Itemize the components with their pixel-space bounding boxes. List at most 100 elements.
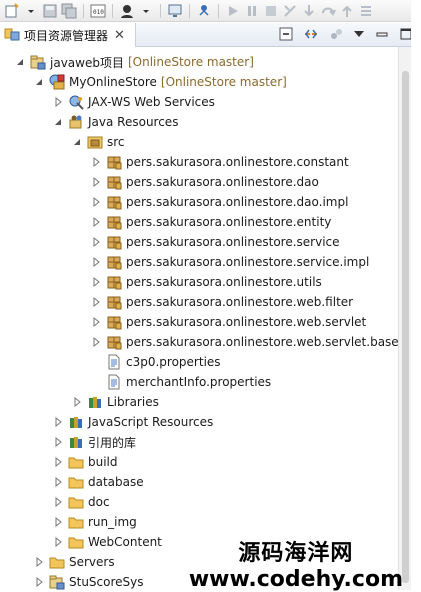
close-icon[interactable]: ✕ xyxy=(114,29,125,42)
binary-icon[interactable]: 010 xyxy=(90,3,106,19)
folder-icon xyxy=(68,514,84,530)
collapsed-arrow-icon[interactable] xyxy=(90,256,102,268)
properties-file-icon xyxy=(106,354,122,370)
tree-item[interactable]: doc xyxy=(52,492,110,512)
tree-item[interactable]: src xyxy=(71,132,125,152)
collapsed-arrow-icon[interactable] xyxy=(52,536,64,548)
tree-item[interactable]: Libraries xyxy=(71,392,159,412)
collapsed-arrow-icon[interactable] xyxy=(90,276,102,288)
collapsed-arrow-icon[interactable] xyxy=(52,516,64,528)
drop-to-frame-icon[interactable] xyxy=(358,3,374,19)
step-over-icon[interactable] xyxy=(320,3,336,19)
expanded-arrow-icon[interactable] xyxy=(33,76,45,88)
tree-item-label: pers.sakurasora.onlinestore.web.servlet xyxy=(126,315,367,329)
collapsed-arrow-icon[interactable] xyxy=(52,436,64,448)
expanded-arrow-icon[interactable] xyxy=(71,136,83,148)
tree-item[interactable]: JAX-WS Web Services xyxy=(52,92,215,112)
tree-item-label: MyOnlineStore xyxy=(69,75,157,89)
disconnect-icon[interactable] xyxy=(282,3,298,19)
suspend-icon[interactable] xyxy=(244,3,260,19)
pin-icon[interactable] xyxy=(196,3,212,19)
tree-item-label: JavaScript Resources xyxy=(88,415,214,429)
tree-item[interactable]: WebContent xyxy=(52,532,162,552)
view-tab-bar: 项目资源管理器 ✕ xyxy=(0,23,421,47)
collapsed-arrow-icon[interactable] xyxy=(52,96,64,108)
tree-item[interactable]: pers.sakurasora.onlinestore.service.impl xyxy=(90,252,369,272)
tab-project-explorer[interactable]: 项目资源管理器 ✕ xyxy=(0,23,136,47)
collapsed-arrow-icon[interactable] xyxy=(90,176,102,188)
tree-item[interactable]: run_img xyxy=(52,512,137,532)
tree-item[interactable]: Java Resources xyxy=(52,112,178,132)
tree-item-label: build xyxy=(88,455,118,469)
collapsed-arrow-icon[interactable] xyxy=(90,156,102,168)
tree-item[interactable]: pers.sakurasora.onlinestore.constant xyxy=(90,152,349,172)
watermark-line1: 源码海洋网 xyxy=(238,541,354,566)
tree-item[interactable]: database xyxy=(52,472,144,492)
tree-item[interactable]: pers.sakurasora.onlinestore.web.servlet.… xyxy=(90,332,399,352)
tree-item-label: StuScoreSys xyxy=(69,575,144,589)
folder-icon xyxy=(68,454,84,470)
panel-border xyxy=(411,0,421,590)
collapsed-arrow-icon[interactable] xyxy=(90,236,102,248)
save-all-icon[interactable] xyxy=(61,3,77,19)
tree-item[interactable]: pers.sakurasora.onlinestore.dao xyxy=(90,172,319,192)
collapsed-arrow-icon[interactable] xyxy=(52,496,64,508)
new-icon[interactable] xyxy=(4,2,20,19)
collapsed-arrow-icon[interactable] xyxy=(52,416,64,428)
tree-item[interactable]: MyOnlineStore [OnlineStore master] xyxy=(33,72,287,92)
debug-user-icon[interactable] xyxy=(119,3,135,19)
tree-item[interactable]: pers.sakurasora.onlinestore.service xyxy=(90,232,340,252)
resume-icon[interactable] xyxy=(225,3,241,19)
tree-item-label: pers.sakurasora.onlinestore.service.impl xyxy=(126,255,370,269)
package-icon xyxy=(106,154,122,170)
monitor-icon[interactable] xyxy=(167,3,183,19)
expanded-arrow-icon[interactable] xyxy=(14,56,26,68)
collapsed-arrow-icon[interactable] xyxy=(71,396,83,408)
tree-item-label: pers.sakurasora.onlinestore.entity xyxy=(126,215,332,229)
collapsed-arrow-icon[interactable] xyxy=(33,576,45,588)
tree-item[interactable]: Servers xyxy=(33,552,115,572)
collapse-all-icon[interactable] xyxy=(279,27,293,44)
collapsed-arrow-icon[interactable] xyxy=(90,296,102,308)
tree-item[interactable]: pers.sakurasora.onlinestore.web.servlet xyxy=(90,312,366,332)
collapsed-arrow-icon[interactable] xyxy=(90,316,102,328)
toolbar-separator xyxy=(112,3,113,18)
collapsed-arrow-icon[interactable] xyxy=(90,196,102,208)
dropdown-arrow-icon[interactable] xyxy=(23,3,39,19)
tree-item[interactable]: c3p0.properties xyxy=(90,352,221,372)
tree-item[interactable]: pers.sakurasora.onlinestore.web.filter xyxy=(90,292,353,312)
terminate-icon[interactable] xyxy=(263,3,279,19)
collapsed-arrow-icon[interactable] xyxy=(90,336,102,348)
minimize-icon[interactable] xyxy=(375,27,389,44)
package-icon xyxy=(106,314,122,330)
scrollbar-thumb[interactable] xyxy=(402,71,409,583)
save-icon[interactable] xyxy=(42,3,58,19)
tree-item[interactable]: 引用的库 xyxy=(52,432,136,452)
tree-item[interactable]: pers.sakurasora.onlinestore.dao.impl xyxy=(90,192,348,212)
tree-item[interactable]: JavaScript Resources xyxy=(52,412,213,432)
toolbar-separator xyxy=(83,3,84,18)
tree-item[interactable]: merchantInfo.properties xyxy=(90,372,271,392)
tree-item[interactable]: pers.sakurasora.onlinestore.entity xyxy=(90,212,331,232)
focus-icon[interactable] xyxy=(329,27,343,44)
step-return-icon[interactable] xyxy=(339,3,355,19)
tree-item[interactable]: javaweb项目 [OnlineStore master] xyxy=(14,52,254,72)
link-with-editor-icon[interactable] xyxy=(303,27,319,44)
tree-item[interactable]: build xyxy=(52,452,118,472)
vertical-scrollbar[interactable] xyxy=(398,47,412,590)
collapsed-arrow-icon[interactable] xyxy=(33,556,45,568)
collapsed-arrow-icon[interactable] xyxy=(52,456,64,468)
folder-icon xyxy=(68,474,84,490)
package-icon xyxy=(106,194,122,210)
collapsed-arrow-icon[interactable] xyxy=(90,216,102,228)
folder-icon xyxy=(68,534,84,550)
tree-item-label: pers.sakurasora.onlinestore.service xyxy=(126,235,340,249)
tree-item[interactable]: pers.sakurasora.onlinestore.utils xyxy=(90,272,322,292)
step-into-icon[interactable] xyxy=(301,3,317,19)
view-menu-icon[interactable] xyxy=(353,28,365,43)
dropdown-arrow-icon[interactable] xyxy=(138,3,154,19)
expanded-arrow-icon[interactable] xyxy=(52,116,64,128)
collapsed-arrow-icon[interactable] xyxy=(52,476,64,488)
tree-item-label: database xyxy=(88,475,144,489)
tree-item[interactable]: StuScoreSys xyxy=(33,572,144,592)
